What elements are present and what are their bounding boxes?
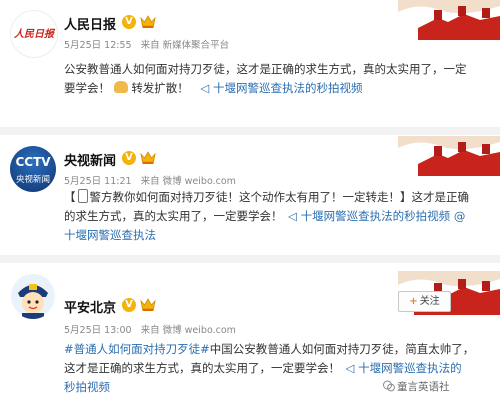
people-daily-logo: 人民日报 [14, 29, 54, 40]
post-date[interactable]: 5月25日 [64, 325, 101, 336]
body-text: 转发扩散！ [131, 81, 189, 95]
post-meta: 5月25日 13:00 来自 微博 weibo.com [64, 322, 236, 336]
divider [0, 255, 500, 263]
account-name[interactable]: 平安北京 [64, 297, 116, 316]
divider [0, 127, 500, 135]
body-text: 警方教你如何面对持刀歹徒！这个动作太有用了！一定转走！】这才是正确 [89, 190, 470, 204]
crown-icon [140, 151, 156, 164]
phone-icon [77, 189, 88, 203]
account-name[interactable]: 人民日报 [64, 14, 116, 33]
from-label: 来自 [140, 40, 160, 51]
post-date[interactable]: 5月25日 [64, 40, 101, 51]
body-line: 【警方教你如何面对持刀歹徒！这个动作太有用了！一定转走！】这才是正确 [64, 188, 494, 207]
police-mascot-icon [11, 274, 55, 319]
avatar-label: 央视新闻 [15, 175, 50, 185]
body-line: 的求生方式，真的太实用了，一定要学会！ ◁ 十堰网警巡查执法的秒拍视频 @ [64, 207, 494, 226]
video-link-icon[interactable]: ◁ [346, 361, 355, 375]
post-card-cctv-news: CCTV 央视新闻 央视新闻 V 5月25日 11:21 来自 微博 weibo… [0, 136, 500, 255]
post-source[interactable]: 微博 weibo.com [163, 325, 236, 336]
post-meta: 5月25日 12:55 来自 新媒体聚合平台 [64, 37, 229, 51]
video-link[interactable]: 秒拍视频 [64, 380, 110, 394]
body-text: 这才是正确的求生方式，真的太实用了，一定要学会！ [64, 361, 340, 375]
watermark: 童言英语社 [397, 381, 450, 393]
body-line: #普通人如何面对持刀歹徒#中国公安教普通人如何面对持刀歹徒，简直太帅了， [64, 340, 494, 359]
body-line: 公安教普通人如何面对持刀歹徒，这才是正确的求生方式，真的太实用了，一定 [64, 62, 467, 76]
verified-v-icon: V [122, 151, 136, 165]
avatar-cctv-news[interactable]: CCTV 央视新闻 [10, 146, 56, 192]
verified-v-icon: V [122, 15, 136, 29]
verified-v-icon: V [122, 298, 136, 312]
wechat-logo-icon [383, 380, 395, 392]
post-card-people-daily: 人民日报 人民日报 V 5月25日 12:55 来自 新媒体聚合平台 公安教普通… [0, 0, 500, 127]
video-link[interactable]: 十堰网警巡查执法的秒拍视频 [301, 209, 451, 223]
account-name[interactable]: 央视新闻 [64, 150, 116, 169]
muscle-icon [113, 81, 128, 93]
body-text: 要学会！ [64, 81, 110, 95]
post-body: 【警方教你如何面对持刀歹徒！这个动作太有用了！一定转走！】这才是正确 的求生方式… [64, 188, 494, 245]
post-date[interactable]: 5月25日 [64, 176, 101, 187]
body-line: 这才是正确的求生方式，真的太实用了，一定要学会！ ◁ 十堰网警巡查执法的 [64, 359, 494, 378]
video-link[interactable]: 十堰网警巡查执法的 [358, 361, 462, 375]
header-banner-great-wall [388, 136, 500, 176]
body-text: 中国公安教普通人如何面对持刀歹徒，简直太帅了， [209, 342, 475, 356]
post-source[interactable]: 微博 weibo.com [163, 176, 236, 187]
post-source[interactable]: 新媒体聚合平台 [163, 40, 230, 51]
body-line: 十堰网警巡查执法 [64, 226, 494, 245]
from-label: 来自 [140, 176, 160, 187]
hashtag-link[interactable]: #普通人如何面对持刀歹徒# [64, 342, 210, 356]
post-time[interactable]: 11:21 [104, 176, 131, 187]
follow-label: 关注 [419, 296, 440, 307]
body-text: 的求生方式，真的太实用了，一定要学会！ [64, 209, 283, 223]
post-meta: 5月25日 11:21 来自 微博 weibo.com [64, 173, 236, 187]
from-label: 来自 [140, 325, 160, 336]
plus-icon: + [409, 296, 418, 307]
video-link-icon[interactable]: ◁ [200, 81, 209, 95]
avatar-safe-beijing[interactable] [10, 273, 56, 319]
video-link[interactable]: 十堰网警巡查执法的秒拍视频 [213, 81, 363, 95]
body-text: 【 [64, 190, 76, 204]
post-body: 公安教普通人如何面对持刀歹徒，这才是正确的求生方式，真的太实用了，一定 要学会！… [64, 60, 494, 98]
avatar-people-daily[interactable]: 人民日报 [10, 10, 58, 58]
mention-at[interactable]: @ [454, 209, 466, 223]
cctv-logo-icon: CCTV [15, 155, 51, 169]
mention-link[interactable]: 十堰网警巡查执法 [64, 228, 156, 242]
post-time[interactable]: 12:55 [104, 40, 131, 51]
follow-button[interactable]: + 关注 [398, 291, 451, 312]
video-link-icon[interactable]: ◁ [288, 209, 297, 223]
post-time[interactable]: 13:00 [104, 325, 131, 336]
header-banner-great-wall [388, 0, 500, 40]
body-line: 要学会！ 转发扩散！ ◁ 十堰网警巡查执法的秒拍视频 [64, 79, 494, 98]
crown-icon [140, 15, 156, 28]
crown-icon [140, 298, 156, 311]
